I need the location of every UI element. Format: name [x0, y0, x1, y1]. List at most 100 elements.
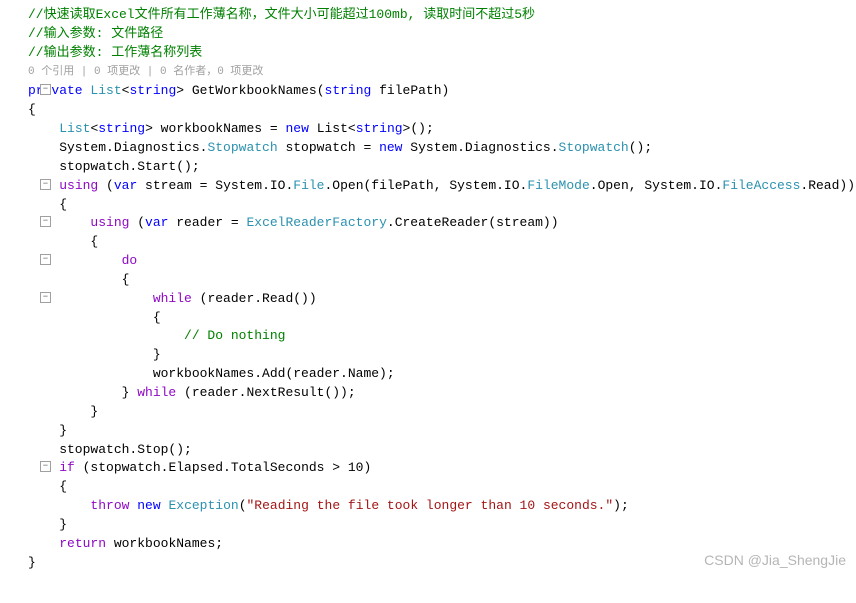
param: filePath)	[371, 83, 449, 98]
text: System.Diagnostics.	[28, 140, 207, 155]
comment: // Do nothing	[28, 328, 285, 343]
keyword: while	[153, 291, 192, 306]
code-line: while (reader.Read())	[28, 290, 856, 309]
text: (reader.NextResult());	[176, 385, 355, 400]
code-line: workbookNames.Add(reader.Name);	[28, 365, 856, 384]
type: List	[90, 83, 121, 98]
codelens[interactable]: 0 个引用 | 0 项更改 | 0 名作者，0 项更改	[28, 63, 856, 83]
type: Stopwatch	[559, 140, 629, 155]
text: stream = System.IO.	[137, 178, 293, 193]
type: Stopwatch	[207, 140, 277, 155]
keyword: var	[145, 215, 168, 230]
code-line: // Do nothing	[28, 327, 856, 346]
code-line: //输出参数: 工作薄名称列表	[28, 44, 856, 63]
method-name: GetWorkbookNames(	[184, 83, 324, 98]
keyword: string	[129, 83, 176, 98]
code-line: throw new Exception("Reading the file to…	[28, 497, 856, 516]
text: (stopwatch.Elapsed.TotalSeconds > 10)	[75, 460, 371, 475]
code-line: {	[28, 101, 856, 120]
type: FileMode	[527, 178, 589, 193]
collapse-icon[interactable]	[40, 254, 51, 265]
collapse-icon[interactable]	[40, 179, 51, 190]
code-line: {	[28, 271, 856, 290]
keyword: if	[59, 460, 75, 475]
code-line: {	[28, 478, 856, 497]
text: }	[28, 385, 137, 400]
text: .Open(filePath, System.IO.	[325, 178, 528, 193]
code-line: stopwatch.Stop();	[28, 441, 856, 460]
code-line: private List<string> GetWorkbookNames(st…	[28, 82, 856, 101]
code-line: }	[28, 516, 856, 535]
text: workbookNames;	[106, 536, 223, 551]
collapse-icon[interactable]	[40, 461, 51, 472]
code-line: //输入参数: 文件路径	[28, 25, 856, 44]
code-line: stopwatch.Start();	[28, 158, 856, 177]
keyword: new	[286, 121, 309, 136]
text: List	[309, 121, 348, 136]
code-line: using (var reader = ExcelReaderFactory.C…	[28, 214, 856, 233]
text: .CreateReader(stream))	[387, 215, 559, 230]
brace: {	[28, 272, 129, 287]
text: (reader.Read())	[192, 291, 317, 306]
text: System.Diagnostics.	[402, 140, 558, 155]
type: FileAccess	[722, 178, 800, 193]
code-line: {	[28, 233, 856, 252]
text: .Open, System.IO.	[590, 178, 723, 193]
code-line: List<string> workbookNames = new List<st…	[28, 120, 856, 139]
text: workbookNames.Add(reader.Name);	[28, 366, 395, 381]
code-line: if (stopwatch.Elapsed.TotalSeconds > 10)	[28, 459, 856, 478]
collapse-icon[interactable]	[40, 84, 51, 95]
text: reader =	[168, 215, 246, 230]
text: (	[129, 215, 145, 230]
brace: }	[28, 423, 67, 438]
string: "Reading the file took longer than 10 se…	[247, 498, 614, 513]
keyword: string	[98, 121, 145, 136]
keyword: using	[59, 178, 98, 193]
code-line: }	[28, 403, 856, 422]
code-line: using (var stream = System.IO.File.Open(…	[28, 177, 856, 196]
keyword: using	[90, 215, 129, 230]
code-line: //快速读取Excel文件所有工作薄名称，文件大小可能超过100mb, 读取时间…	[28, 6, 856, 25]
collapse-icon[interactable]	[40, 216, 51, 227]
brace: {	[28, 102, 36, 117]
type: ExcelReaderFactory	[246, 215, 386, 230]
code-line: do	[28, 252, 856, 271]
brace: {	[28, 479, 67, 494]
text: .Read))	[800, 178, 855, 193]
comment: //快速读取Excel文件所有工作薄名称，文件大小可能超过100mb, 读取时间…	[28, 7, 535, 22]
brace: }	[28, 517, 67, 532]
text: (	[98, 178, 114, 193]
brace: {	[28, 197, 67, 212]
code-line: {	[28, 309, 856, 328]
brace: {	[28, 310, 161, 325]
collapse-icon[interactable]	[40, 292, 51, 303]
keyword: while	[137, 385, 176, 400]
keyword: return	[59, 536, 106, 551]
comment: //输入参数: 文件路径	[28, 26, 163, 41]
brace: }	[28, 404, 98, 419]
text: stopwatch.Start();	[28, 159, 200, 174]
comment: //输出参数: 工作薄名称列表	[28, 45, 202, 60]
code-line: }	[28, 422, 856, 441]
type: Exception	[168, 498, 238, 513]
brace: }	[28, 347, 161, 362]
type: File	[293, 178, 324, 193]
keyword: do	[122, 253, 138, 268]
text: > workbookNames =	[145, 121, 285, 136]
keyword: throw	[90, 498, 129, 513]
keyword: new	[137, 498, 160, 513]
text: stopwatch.Stop();	[28, 442, 192, 457]
code-line: System.Diagnostics.Stopwatch stopwatch =…	[28, 139, 856, 158]
text: ();	[629, 140, 652, 155]
type: List	[59, 121, 90, 136]
text: >();	[403, 121, 434, 136]
keyword: string	[325, 83, 372, 98]
watermark: CSDN @Jia_ShengJie	[704, 550, 846, 570]
keyword: string	[356, 121, 403, 136]
code-line: {	[28, 196, 856, 215]
text: ;	[621, 498, 629, 513]
keyword: new	[379, 140, 402, 155]
keyword: var	[114, 178, 137, 193]
brace: {	[28, 234, 98, 249]
code-line: } while (reader.NextResult());	[28, 384, 856, 403]
